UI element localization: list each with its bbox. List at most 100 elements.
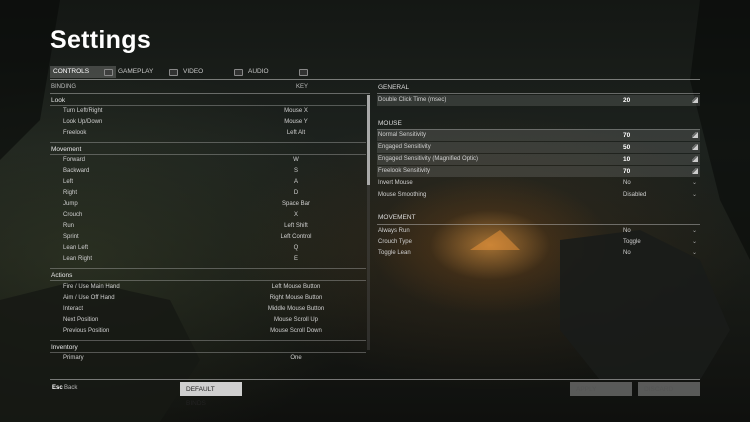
page-title: Settings bbox=[50, 26, 152, 54]
binding-key[interactable]: Mouse Y bbox=[246, 119, 346, 125]
binding-action: Interact bbox=[63, 306, 84, 312]
engaged-sensitivity-label: Engaged Sensitivity bbox=[378, 144, 431, 150]
binding-row[interactable]: Aim / Use Off Hand Right Mouse Button bbox=[50, 293, 366, 304]
keyboard-icon bbox=[234, 69, 243, 76]
binding-action: Right bbox=[63, 190, 78, 196]
toggle-lean-row[interactable]: Toggle Lean No ⌄ bbox=[377, 248, 700, 259]
slider-icon[interactable] bbox=[692, 132, 698, 138]
apply-button[interactable]: APPLY bbox=[570, 382, 632, 396]
normal-sensitivity-row[interactable]: Normal Sensitivity 70 bbox=[377, 130, 700, 141]
tab-audio[interactable]: AUDIO bbox=[245, 66, 311, 78]
freelook-sensitivity-row[interactable]: Freelook Sensitivity 70 bbox=[377, 166, 700, 177]
binding-row[interactable]: Forward W bbox=[50, 155, 366, 166]
binding-row[interactable]: Lean Left Q bbox=[50, 243, 366, 254]
normal-sensitivity-value[interactable]: 70 bbox=[623, 132, 630, 139]
binding-key[interactable]: Mouse Scroll Down bbox=[246, 328, 346, 334]
binding-row[interactable]: Look Up/Down Mouse Y bbox=[50, 117, 366, 128]
binding-key[interactable]: Space Bar bbox=[246, 201, 346, 207]
binding-row[interactable]: Next Position Mouse Scroll Up bbox=[50, 315, 366, 326]
tab-controls[interactable]: CONTROLS bbox=[50, 66, 116, 78]
binding-row[interactable]: Run Left Shift bbox=[50, 221, 366, 232]
binding-row[interactable]: Freelook Left Alt bbox=[50, 128, 366, 139]
magnified-sensitivity-value[interactable]: 10 bbox=[623, 156, 630, 163]
toggle-lean-dropdown[interactable]: No bbox=[623, 250, 631, 256]
default-binds-button[interactable]: DEFAULT BINDS bbox=[180, 382, 242, 407]
binding-key[interactable]: Left Shift bbox=[246, 223, 346, 229]
settings-tabs: CONTROLS GAMEPLAY VIDEO AUDIO bbox=[50, 66, 700, 80]
always-run-row[interactable]: Always Run No ⌄ bbox=[377, 226, 700, 237]
footer-divider bbox=[50, 379, 700, 380]
key-column-header: KEY bbox=[296, 84, 309, 90]
binding-row[interactable]: Sprint Left Control bbox=[50, 232, 366, 243]
binding-key[interactable]: A bbox=[246, 179, 346, 185]
double-click-time-row[interactable]: Double Click Time (msec) 20 bbox=[377, 95, 700, 106]
always-run-label: Always Run bbox=[378, 228, 410, 234]
scrollbar-thumb[interactable] bbox=[367, 95, 370, 185]
chevron-down-icon[interactable]: ⌄ bbox=[692, 191, 697, 198]
back-label[interactable]: Back bbox=[64, 385, 77, 391]
chevron-down-icon[interactable]: ⌄ bbox=[692, 238, 697, 245]
binding-row[interactable]: Lean Right E bbox=[50, 254, 366, 265]
binding-row[interactable]: Backward S bbox=[50, 166, 366, 177]
invert-mouse-dropdown[interactable]: No bbox=[623, 180, 631, 186]
binding-row[interactable]: Jump Space Bar bbox=[50, 199, 366, 210]
slider-icon[interactable] bbox=[692, 97, 698, 103]
crouch-type-dropdown[interactable]: Toggle bbox=[623, 239, 641, 245]
chevron-down-icon[interactable]: ⌄ bbox=[692, 179, 697, 186]
magnified-sensitivity-row[interactable]: Engaged Sensitivity (Magnified Optic) 10 bbox=[377, 154, 700, 165]
binding-row[interactable]: Previous Position Mouse Scroll Down bbox=[50, 326, 366, 337]
binding-row[interactable]: Primary One bbox=[50, 353, 366, 364]
engaged-sensitivity-row[interactable]: Engaged Sensitivity 50 bbox=[377, 142, 700, 153]
binding-key[interactable]: Left Mouse Button bbox=[246, 284, 346, 290]
binding-key[interactable]: Q bbox=[246, 245, 346, 251]
binding-key[interactable]: Right Mouse Button bbox=[246, 295, 346, 301]
crouch-type-row[interactable]: Crouch Type Toggle ⌄ bbox=[377, 237, 700, 248]
section-divider bbox=[50, 268, 366, 269]
binding-row[interactable]: Fire / Use Main Hand Left Mouse Button bbox=[50, 282, 366, 293]
binding-key[interactable]: S bbox=[246, 168, 346, 174]
double-click-time-value[interactable]: 20 bbox=[623, 97, 630, 104]
freelook-sensitivity-label: Freelook Sensitivity bbox=[378, 168, 431, 174]
binding-key[interactable]: Middle Mouse Button bbox=[246, 306, 346, 312]
tab-video[interactable]: VIDEO bbox=[180, 66, 246, 78]
binding-key[interactable]: X bbox=[246, 212, 346, 218]
binding-key[interactable]: Mouse Scroll Up bbox=[246, 317, 346, 323]
slider-icon[interactable] bbox=[692, 156, 698, 162]
binding-action: Left bbox=[63, 179, 74, 185]
binding-row[interactable]: Crouch X bbox=[50, 210, 366, 221]
binding-action: Sprint bbox=[63, 234, 79, 240]
binding-action: Forward bbox=[63, 157, 86, 163]
binding-row[interactable]: Left A bbox=[50, 177, 366, 188]
freelook-sensitivity-value[interactable]: 70 bbox=[623, 168, 630, 175]
tab-gameplay[interactable]: GAMEPLAY bbox=[115, 66, 181, 78]
section-look: Look bbox=[51, 97, 66, 104]
binding-key[interactable]: Left Alt bbox=[246, 130, 346, 136]
always-run-dropdown[interactable]: No bbox=[623, 228, 631, 234]
binding-column-header: BINDING bbox=[51, 84, 77, 90]
binding-key[interactable]: One bbox=[246, 355, 346, 361]
binding-key[interactable]: Mouse X bbox=[246, 108, 346, 114]
binding-action: Next Position bbox=[63, 317, 99, 323]
slider-icon[interactable] bbox=[692, 144, 698, 150]
binding-action: Look Up/Down bbox=[63, 119, 103, 125]
binding-key[interactable]: W bbox=[246, 157, 346, 163]
mouse-smoothing-row[interactable]: Mouse Smoothing Disabled ⌄ bbox=[377, 190, 700, 201]
binding-row[interactable]: Turn Left/Right Mouse X bbox=[50, 106, 366, 117]
bindings-scrollbar[interactable] bbox=[367, 95, 370, 350]
binding-row[interactable]: Right D bbox=[50, 188, 366, 199]
binding-key[interactable]: Left Control bbox=[246, 234, 346, 240]
crouch-type-label: Crouch Type bbox=[378, 239, 412, 245]
binding-action: Primary bbox=[63, 355, 84, 361]
invert-mouse-row[interactable]: Invert Mouse No ⌄ bbox=[377, 178, 700, 189]
engaged-sensitivity-value[interactable]: 50 bbox=[623, 144, 630, 151]
chevron-down-icon[interactable]: ⌄ bbox=[692, 249, 697, 256]
binding-key[interactable]: E bbox=[246, 256, 346, 262]
binding-row[interactable]: Interact Middle Mouse Button bbox=[50, 304, 366, 315]
slider-icon[interactable] bbox=[692, 168, 698, 174]
header-divider bbox=[50, 93, 370, 94]
invert-mouse-label: Invert Mouse bbox=[378, 180, 413, 186]
discard-button[interactable]: DISCARD bbox=[638, 382, 700, 396]
chevron-down-icon[interactable]: ⌄ bbox=[692, 227, 697, 234]
mouse-smoothing-dropdown[interactable]: Disabled bbox=[623, 192, 646, 198]
binding-key[interactable]: D bbox=[246, 190, 346, 196]
